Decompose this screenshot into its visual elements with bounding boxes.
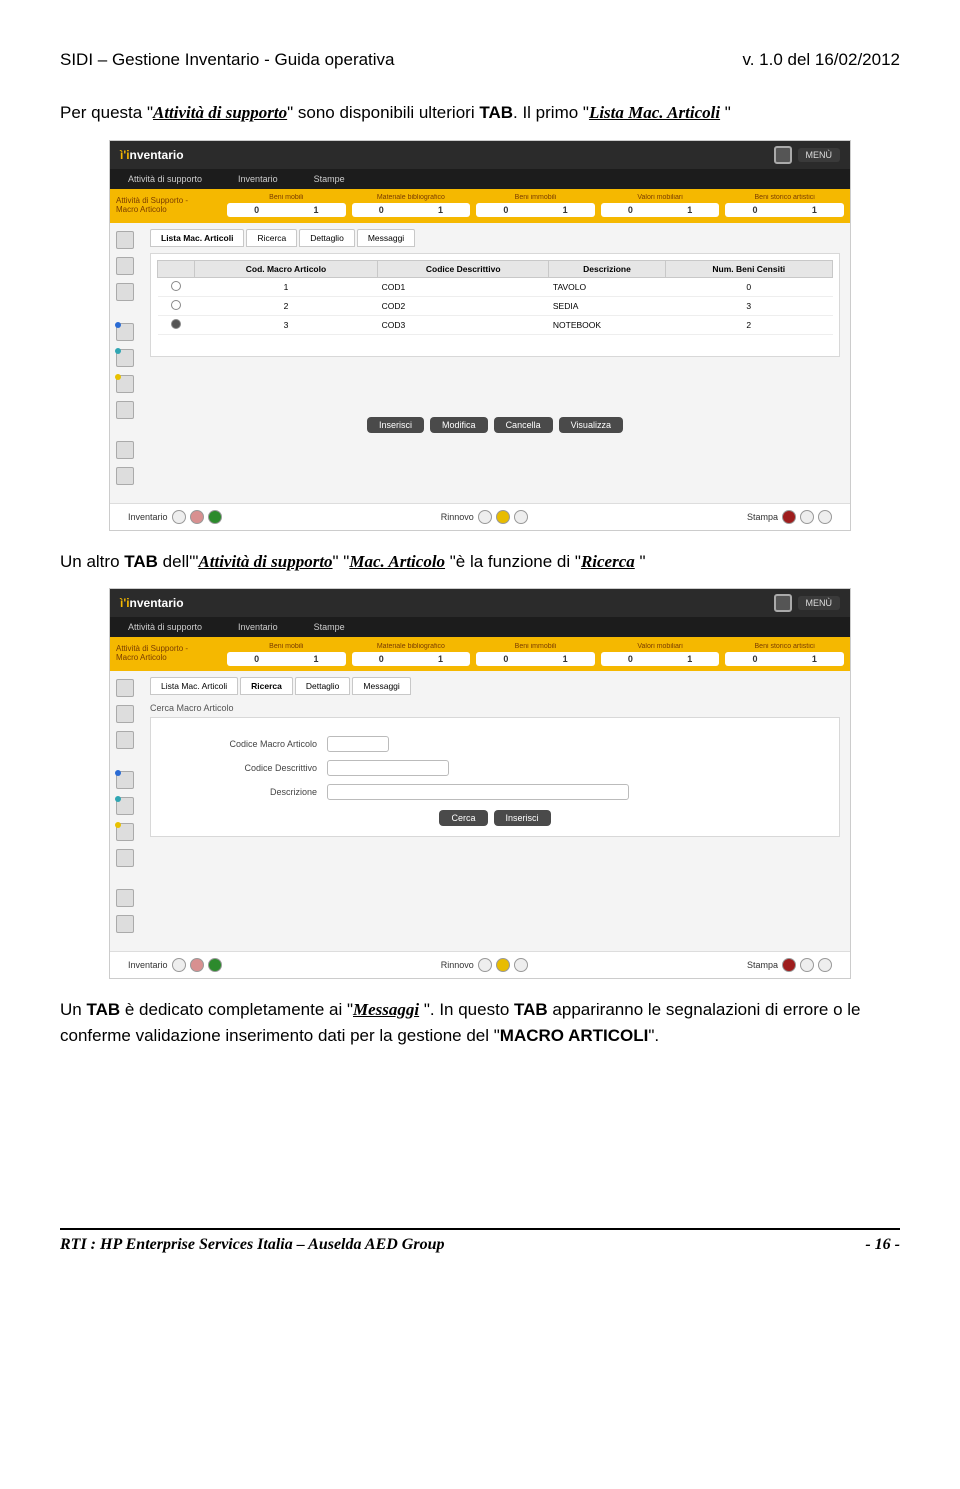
help-icon[interactable] [116,323,134,341]
search-panel: Codice Macro Articolo Codice Descrittivo… [150,717,840,837]
tab-ricerca[interactable]: Ricerca [246,229,297,247]
table-row[interactable]: 2COD2SEDIA3 [158,296,833,315]
link-attivita: Attività di supporto [153,103,287,122]
row-radio[interactable] [171,281,181,291]
foot-label: Stampa [747,960,778,970]
paragraph-2: Un altro TAB dell'"Attività di supporto"… [60,549,900,575]
data-panel: Cod. Macro Articolo Codice Descrittivo D… [150,253,840,357]
bold-icon[interactable] [116,401,134,419]
copy-icon[interactable] [116,441,134,459]
bold-icon[interactable] [116,849,134,867]
doc-version: v. 1.0 del 16/02/2012 [742,50,900,70]
inserisci-button[interactable]: Inserisci [367,417,424,433]
cancella-button[interactable]: Cancella [494,417,553,433]
footer-strip: Inventario Rinnovo Stampa [110,503,850,530]
inserisci-button[interactable]: Inserisci [494,810,551,826]
tabs: Lista Mac. Articoli Ricerca Dettaglio Me… [150,229,840,247]
refresh-icon[interactable] [116,467,134,485]
menu-button[interactable]: MENÙ [798,148,841,162]
doc-header: SIDI – Gestione Inventario - Guida opera… [60,50,900,70]
expand-icon[interactable] [116,231,134,249]
field-label: Descrizione [177,787,317,797]
app-header: ì'inventario MENÙ [110,589,850,617]
foot-label: Inventario [128,512,168,522]
panel-title: Cerca Macro Articolo [150,701,840,717]
help-icon[interactable] [116,771,134,789]
info-icon[interactable] [116,797,134,815]
footer-left: RTI : HP Enterprise Services Italia – Au… [60,1236,444,1254]
nav-item[interactable]: Inventario [220,174,296,184]
link-ricerca: Ricerca [581,552,635,571]
tab-lista[interactable]: Lista Mac. Articoli [150,677,238,695]
summary-bar: Attività di Supporto - Macro Articolo Be… [110,637,850,671]
table-row[interactable]: 3COD3NOTEBOOK2 [158,315,833,334]
screenshot-1: ì'inventario MENÙ Attività di supporto I… [109,140,851,531]
tab-messaggi[interactable]: Messaggi [357,229,415,247]
modifica-button[interactable]: Modifica [430,417,488,433]
foot-label: Stampa [747,512,778,522]
nav-item[interactable]: Attività di supporto [110,174,220,184]
field-label: Codice Descrittivo [177,763,317,773]
breadcrumb: Attività di Supporto - Macro Articolo [116,197,221,215]
print-icon[interactable] [116,283,134,301]
tab-messaggi[interactable]: Messaggi [352,677,410,695]
menu-button[interactable]: MENÙ [798,596,841,610]
foot-label: Rinnovo [441,960,474,970]
tip-icon[interactable] [116,823,134,841]
print-icon[interactable] [116,731,134,749]
summary-bar: Attività di Supporto - Macro Articolo Be… [110,189,850,223]
visualizza-button[interactable]: Visualizza [559,417,623,433]
foot-label: Inventario [128,960,168,970]
articoli-table: Cod. Macro Articolo Codice Descrittivo D… [157,260,833,335]
paragraph-3: Un TAB è dedicato completamente ai "Mess… [60,997,900,1048]
tab-ricerca[interactable]: Ricerca [240,677,293,695]
footer-page: - 16 - [865,1236,900,1254]
edit-icon[interactable] [116,705,134,723]
info-icon[interactable] [116,349,134,367]
user-icon[interactable] [774,146,792,164]
screenshot-2: ì'inventario MENÙ Attività di supporto I… [109,588,851,979]
app-logo: ì'inventario [120,596,184,610]
doc-title: SIDI – Gestione Inventario - Guida opera… [60,50,395,70]
app-header: ì'inventario MENÙ [110,141,850,169]
tab-lista[interactable]: Lista Mac. Articoli [150,229,244,247]
tab-dettaglio[interactable]: Dettaglio [299,229,355,247]
tab-dettaglio[interactable]: Dettaglio [295,677,351,695]
tip-icon[interactable] [116,375,134,393]
codice-macro-input[interactable] [327,736,389,752]
link-mac-art: Mac. Articolo [349,552,445,571]
page-footer: RTI : HP Enterprise Services Italia – Au… [60,1228,900,1254]
breadcrumb: Attività di Supporto - Macro Articolo [116,645,221,663]
expand-icon[interactable] [116,679,134,697]
nav-item[interactable]: Stampe [296,174,363,184]
primary-nav: Attività di supporto Inventario Stampe [110,617,850,637]
sidebar [110,671,140,951]
refresh-icon[interactable] [116,915,134,933]
table-row[interactable]: 1COD1TAVOLO0 [158,277,833,296]
paragraph-1: Per questa "Attività di supporto" sono d… [60,100,900,126]
user-icon[interactable] [774,594,792,612]
primary-nav: Attività di supporto Inventario Stampe [110,169,850,189]
nav-item[interactable]: Attività di supporto [110,622,220,632]
link-lista-mac: Lista Mac. Articoli [589,103,720,122]
link-messaggi: Messaggi [353,1000,419,1019]
nav-item[interactable]: Inventario [220,622,296,632]
nav-item[interactable]: Stampe [296,622,363,632]
footer-strip: Inventario Rinnovo Stampa [110,951,850,978]
row-radio[interactable] [171,319,181,329]
action-buttons: Inserisci Modifica Cancella Visualizza [150,417,840,433]
app-logo: ì'inventario [120,148,184,162]
foot-label: Rinnovo [441,512,474,522]
edit-icon[interactable] [116,257,134,275]
codice-descrittivo-input[interactable] [327,760,449,776]
sidebar [110,223,140,503]
copy-icon[interactable] [116,889,134,907]
link-attivita-2: Attività di supporto [198,552,332,571]
cerca-button[interactable]: Cerca [439,810,487,826]
tabs: Lista Mac. Articoli Ricerca Dettaglio Me… [150,677,840,695]
row-radio[interactable] [171,300,181,310]
descrizione-input[interactable] [327,784,629,800]
field-label: Codice Macro Articolo [177,739,317,749]
